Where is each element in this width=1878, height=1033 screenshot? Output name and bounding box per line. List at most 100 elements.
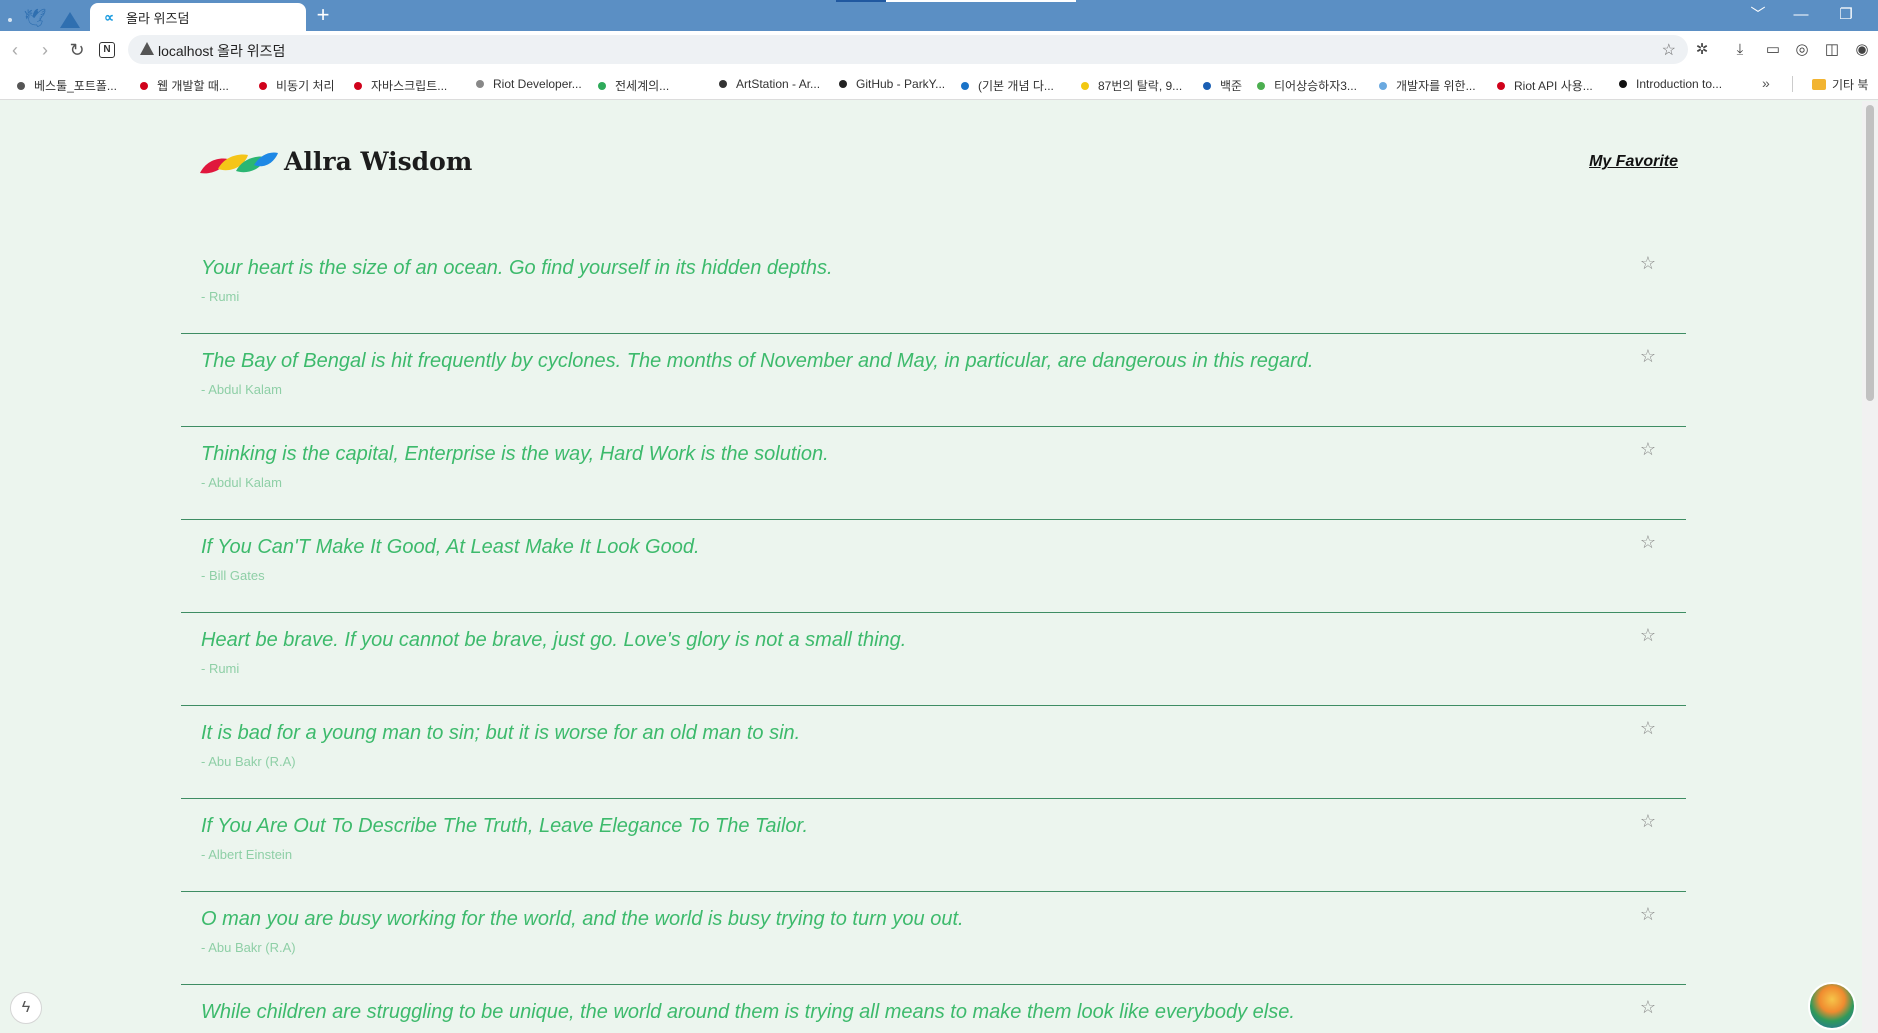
quote-author: - Albert Einstein [201,847,293,862]
favorite-star-icon[interactable]: ☆ [1640,997,1656,1018]
tab-active[interactable]: ∝ 올라 위즈덤 [90,3,306,31]
bookmark-favicon-icon [476,80,484,88]
tab-favicon-icon: ∝ [103,9,114,25]
bookmark-item[interactable]: 87번의 탈락, 9... [1081,77,1182,94]
new-tab-button[interactable]: + [312,4,334,26]
bookmark-favicon-icon [961,81,969,90]
quote-item: Your heart is the size of an ocean. Go f… [181,241,1686,334]
quote-text: Heart be brave. If you cannot be brave, … [201,629,907,651]
quick-action-icon[interactable]: ϟ [10,992,42,1024]
bookmark-label: 비동기 처리 [276,79,335,93]
media-icon[interactable]: ▭ [1762,39,1784,61]
quote-list: Your heart is the size of an ocean. Go f… [181,241,1686,1033]
bookmark-item[interactable]: 비동기 처리 [259,77,335,94]
pinned-tabs[interactable]: 🕊 [4,4,86,31]
download-icon[interactable]: ⤓ [1729,39,1751,61]
browser-toolbar: ‹ › ↻ N localhost 올라 위즈덤 ☆ ✲ ⤓ ▭ ◎ ◫ ◉ [0,31,1878,68]
quote-author: - Abdul Kalam [201,475,282,490]
brand-title[interactable]: Allra Wisdom [284,147,472,176]
twitter-icon[interactable]: 🕊 [22,8,48,28]
bookmark-label: ArtStation - Ar... [736,77,821,91]
bookmark-favicon-icon [140,81,148,90]
favorite-star-icon[interactable]: ☆ [1640,439,1656,460]
quote-item: If You Can'T Make It Good, At Least Make… [181,520,1686,613]
bookmark-item[interactable]: GitHub - ParkY... [839,77,945,91]
bookmark-item[interactable]: 개발자를 위한... [1379,77,1476,94]
assistant-avatar[interactable] [1808,982,1856,1030]
quote-author: - Rumi [201,661,240,676]
scrollbar-thumb[interactable] [1866,105,1874,401]
bookmark-item[interactable]: Riot Developer... [476,77,582,91]
bookmark-item[interactable]: 베스툴_포트폴... [17,77,117,94]
address-bar[interactable]: localhost 올라 위즈덤 ☆ [128,35,1688,64]
bookmark-item[interactable]: 티어상승하자3... [1257,77,1357,94]
quote-item: Thinking is the capital, Enterprise is t… [181,427,1686,520]
quote-author: - Abdul Kalam [201,382,282,397]
site-header: Allra Wisdom My Favorite [198,145,1678,181]
bookmark-label: Riot Developer... [493,77,582,91]
bookmark-item[interactable]: 자바스크립트... [354,77,447,94]
bookmark-item[interactable]: (기본 개념 다... [961,77,1054,94]
bookmark-favicon-icon [719,80,727,88]
quote-text: If You Can'T Make It Good, At Least Make… [201,536,700,558]
favorite-star-icon[interactable]: ☆ [1640,532,1656,553]
allra-logo-icon [200,152,278,174]
forward-icon[interactable]: › [32,37,58,63]
quote-author: - Abu Bakr (R.A) [201,754,296,769]
bookmark-item[interactable]: Introduction to... [1619,77,1722,91]
quote-item: While children are struggling to be uniq… [181,985,1686,1033]
quote-author: - Rumi [201,289,240,304]
bookmark-label: 웹 개발할 때... [157,79,229,93]
bookmark-label: 자바스크립트... [371,79,448,93]
bookmark-label: 87번의 탈락, 9... [1098,79,1183,93]
bookmark-favicon-icon [839,80,847,88]
bookmark-label: 백준 [1220,79,1243,93]
tab-search-icon[interactable]: ﹀ [1740,3,1776,27]
favorite-star-icon[interactable]: ☆ [1640,253,1656,274]
bookmark-label: 티어상승하자3... [1274,79,1357,93]
bookmark-favicon-icon [1203,81,1211,90]
quote-text: O man you are busy working for the world… [201,908,964,930]
bookmark-label: 베스툴_포트폴... [34,79,117,93]
quote-item: O man you are busy working for the world… [181,892,1686,985]
tab-strip-indicator-dark [836,0,886,2]
favorite-star-icon[interactable]: ☆ [1640,625,1656,646]
url-text[interactable]: localhost 올라 위즈덤 [158,41,285,61]
favorite-star-icon[interactable]: ☆ [1640,346,1656,367]
pinned-triangle-icon[interactable] [60,12,80,28]
notion-extension-icon[interactable]: N [99,42,115,58]
favorite-star-icon[interactable]: ☆ [1640,904,1656,925]
profile-icon[interactable]: ◉ [1851,39,1873,61]
bookmark-label: GitHub - ParkY... [856,77,946,91]
quote-author: - Abu Bakr (R.A) [201,940,296,955]
my-favorite-link[interactable]: My Favorite [1589,153,1678,171]
extensions-icon[interactable]: ✲ [1691,39,1713,61]
quote-item: If You Are Out To Describe The Truth, Le… [181,799,1686,892]
restore-button[interactable]: ❐ [1828,3,1864,27]
bookmarks-overflow-icon[interactable]: » [1762,75,1770,91]
minimize-button[interactable]: — [1783,3,1819,27]
other-bookmarks-folder[interactable]: 기타 북 [1812,76,1868,93]
bookmark-item[interactable]: 백준 [1203,77,1242,94]
sidepanel-icon[interactable]: ◫ [1821,39,1843,61]
bookmark-label: (기본 개념 다... [978,79,1054,93]
bookmark-star-icon[interactable]: ☆ [1662,40,1676,60]
bookmark-item[interactable]: 웹 개발할 때... [140,77,229,94]
bookmark-item[interactable]: ArtStation - Ar... [719,77,820,91]
page-scrollbar[interactable] [1862,101,1878,1033]
bookmark-favicon-icon [17,81,25,90]
tab-bar: 🕊 ∝ 올라 위즈덤 + ﹀ — ❐ [0,0,1878,31]
quote-text: Your heart is the size of an ocean. Go f… [201,257,833,279]
screenshot-icon[interactable]: ◎ [1791,39,1813,61]
not-secure-icon[interactable] [140,42,154,55]
reload-icon[interactable]: ↻ [64,37,90,63]
tab-title: 올라 위즈덤 [126,10,190,26]
quote-item: It is bad for a young man to sin; but it… [181,706,1686,799]
bookmark-label: 개발자를 위한... [1396,79,1476,93]
page-content: Allra Wisdom My Favorite Your heart is t… [0,101,1862,1033]
favorite-star-icon[interactable]: ☆ [1640,811,1656,832]
bookmark-item[interactable]: 전세계의... [598,77,669,94]
back-icon[interactable]: ‹ [2,37,28,63]
bookmark-item[interactable]: Riot API 사용... [1497,77,1593,94]
favorite-star-icon[interactable]: ☆ [1640,718,1656,739]
